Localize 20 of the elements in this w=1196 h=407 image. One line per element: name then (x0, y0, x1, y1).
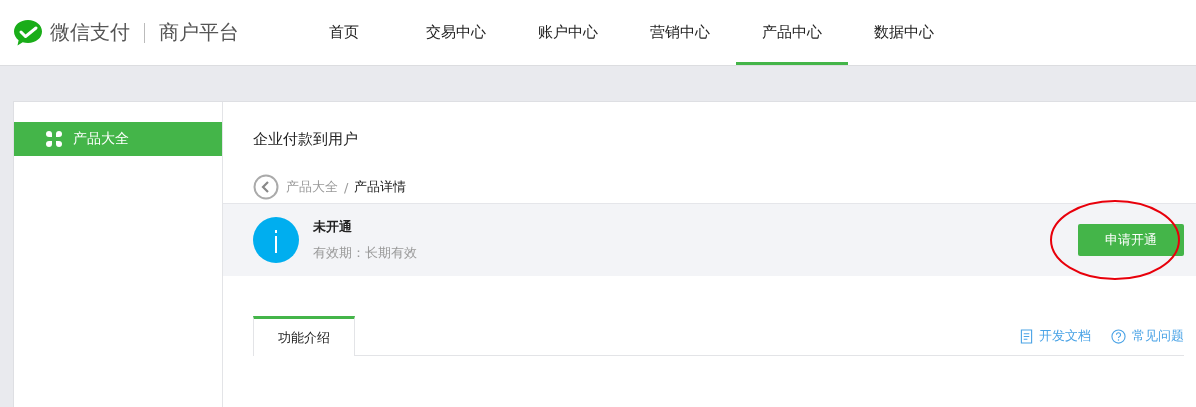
status-title: 未开通 (313, 218, 353, 236)
grid-icon (45, 130, 63, 148)
help-icon (1111, 328, 1126, 344)
tab[interactable]: 功能介绍 (253, 316, 355, 356)
back-icon[interactable] (253, 174, 279, 200)
document-icon (1020, 328, 1033, 344)
breadcrumb-current: 产品详情 (354, 178, 407, 196)
platform-name: 商户平台 (159, 19, 239, 46)
brand-name: 微信支付 (50, 19, 130, 46)
nav-tab[interactable]: 账户中心 (512, 0, 624, 65)
nav-tab[interactable]: 首页 (288, 0, 400, 65)
wechat-pay-logo-icon (13, 18, 43, 47)
info-icon (253, 217, 299, 263)
breadcrumb-separator: / (344, 179, 349, 195)
page-title: 企业付款到用户 (253, 130, 359, 149)
nav-tab[interactable]: 数据中心 (848, 0, 960, 65)
validity-text: 有效期：长期有效 (313, 244, 418, 262)
nav-tab[interactable]: 营销中心 (624, 0, 736, 65)
nav-tab[interactable]: 产品中心 (736, 0, 848, 65)
nav-tab[interactable]: 交易中心 (400, 0, 512, 65)
